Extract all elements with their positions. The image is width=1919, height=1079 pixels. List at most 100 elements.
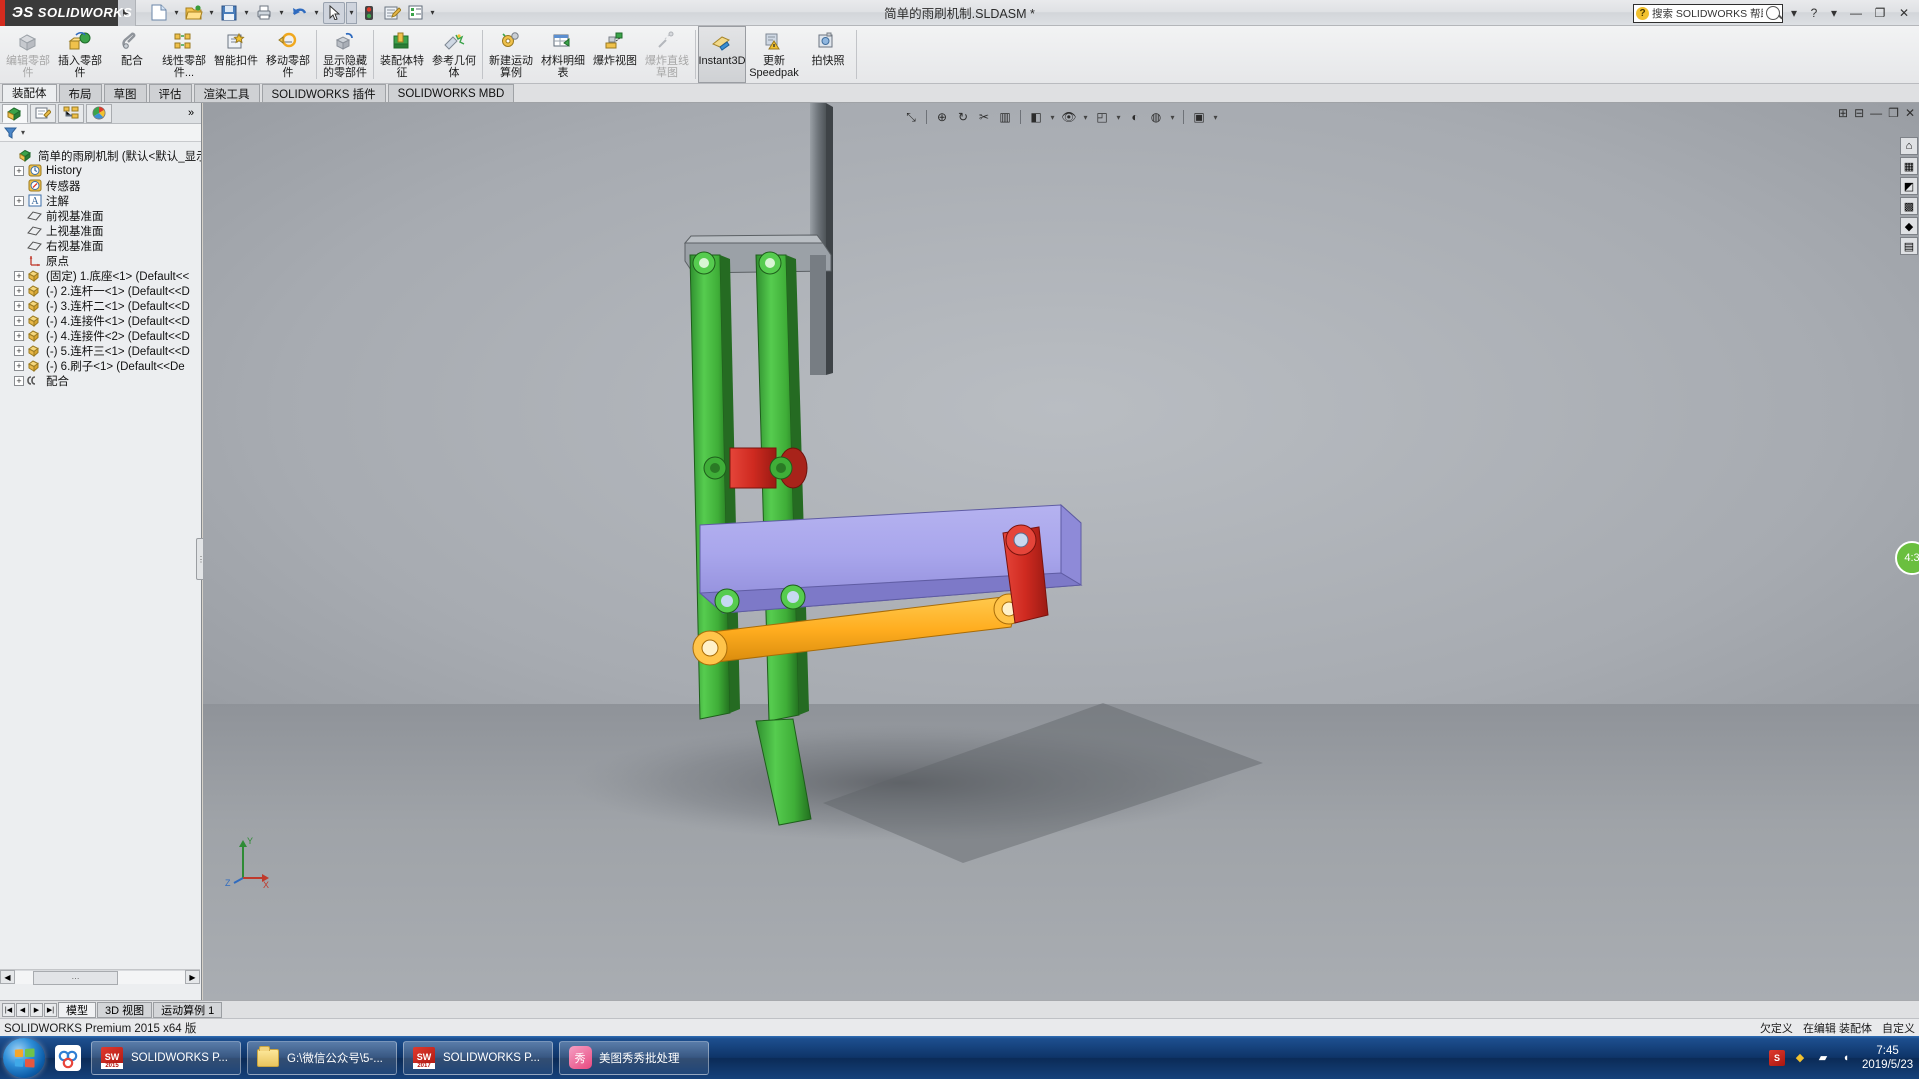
expand-icon[interactable]: + — [14, 330, 24, 341]
tree-root-assembly[interactable]: 简单的雨刷机制 (默认<默认_显示 — [4, 148, 201, 163]
scroll-track[interactable]: ⋯ — [15, 970, 185, 985]
taskbar-clock[interactable]: 7:45 2019/5/23 — [1862, 1044, 1913, 1072]
tray-shield-icon[interactable]: ◆ — [1792, 1050, 1808, 1066]
feature-tree-horizontal-scrollbar[interactable]: ◀ ⋯ ▶ — [0, 969, 200, 985]
view-settings-caret-icon[interactable]: ▾ — [1168, 108, 1177, 126]
prev-tab-button[interactable]: ◀ — [16, 1002, 29, 1017]
tree-item-top-plane[interactable]: 上视基准面 — [4, 223, 201, 238]
expand-icon[interactable]: + — [14, 285, 24, 296]
hide-show-items-icon[interactable]: 👁 — [1060, 108, 1078, 126]
viewport-restore-small-icon[interactable]: ⊟ — [1854, 106, 1864, 120]
tab-solidworks-mbd[interactable]: SOLIDWORKS MBD — [387, 84, 515, 102]
display-manager-tab[interactable] — [86, 103, 112, 123]
design-library-icon[interactable]: ▤ — [1900, 237, 1918, 255]
expand-icon[interactable]: + — [14, 315, 24, 326]
tree-item-part-connector1[interactable]: + (-) 4.连接件<1> (Default<<D — [4, 313, 201, 328]
tree-item-origin[interactable]: 原点 — [4, 253, 201, 268]
expand-icon[interactable]: + — [14, 360, 24, 371]
appearances-icon[interactable]: ▦ — [1900, 157, 1918, 175]
ribbon-move-component[interactable]: 移动零部件 — [262, 26, 314, 83]
apply-scene-icon[interactable]: ◐ — [1126, 108, 1144, 126]
tree-item-part-link1[interactable]: + (-) 2.连杆一<1> (Default<<D — [4, 283, 201, 298]
help-search-box[interactable]: ? 搜索 SOLIDWORKS 帮助 — [1633, 3, 1783, 23]
new-document-caret-icon[interactable]: ▾ — [171, 2, 182, 24]
start-button[interactable] — [3, 1037, 45, 1078]
close-button[interactable]: ✕ — [1893, 3, 1915, 23]
tree-item-history[interactable]: + History — [4, 163, 201, 178]
select-pointer-caret-icon[interactable]: ▾ — [346, 1, 357, 24]
ribbon-take-snapshot[interactable]: 拍快照 — [802, 26, 854, 83]
tree-item-annotations[interactable]: + A 注解 — [4, 193, 201, 208]
tray-volume-icon[interactable]: ◖ — [1838, 1050, 1854, 1066]
save-document-icon[interactable] — [218, 2, 240, 24]
camera-view-icon[interactable]: ▣ — [1190, 108, 1208, 126]
tab-layout[interactable]: 布局 — [58, 84, 102, 102]
scroll-right-arrow-icon[interactable]: ▶ — [185, 970, 200, 984]
print-document-icon[interactable] — [253, 2, 275, 24]
graphics-viewport[interactable]: ⤡ ⊕ ↻ ✂ ▥ ◧ ▾ 👁 ▾ ◰ ▾ ◐ ◍ ▾ ▣ ▾ ⊞ ⊟ — ❐ … — [203, 103, 1919, 1000]
viewport-restore-button[interactable]: ❐ — [1888, 106, 1899, 120]
customize-list-icon[interactable] — [404, 2, 426, 24]
solidworks-logo[interactable]: ЭS SOLIDWORKS — [0, 0, 132, 26]
property-manager-tab[interactable] — [30, 103, 56, 123]
view-settings-icon[interactable]: ◍ — [1147, 108, 1165, 126]
viewport-tile-icon[interactable]: ⊞ — [1838, 106, 1848, 120]
search-icon[interactable] — [1766, 6, 1780, 20]
tree-item-part-connector2[interactable]: + (-) 4.连接件<2> (Default<<D — [4, 328, 201, 343]
ribbon-insert-component[interactable]: 插入零部件 — [54, 26, 106, 83]
scroll-left-arrow-icon[interactable]: ◀ — [0, 970, 15, 984]
ribbon-show-hidden-components[interactable]: 显示隐藏的零部件 — [319, 26, 371, 83]
expand-icon[interactable]: + — [14, 165, 24, 176]
configuration-manager-tab[interactable] — [58, 103, 84, 123]
new-document-icon[interactable] — [148, 2, 170, 24]
bottom-tab-3dviews[interactable]: 3D 视图 — [97, 1001, 153, 1018]
ribbon-exploded-view[interactable]: 爆炸视图 — [589, 26, 641, 83]
undo-icon[interactable] — [288, 2, 310, 24]
tree-item-part-brush[interactable]: + (-) 6.刷子<1> (Default<<De — [4, 358, 201, 373]
rebuild-traffic-light-icon[interactable] — [358, 2, 380, 24]
viewport-close-button[interactable]: ✕ — [1905, 106, 1915, 120]
ribbon-assembly-features[interactable]: 装配体特征 — [376, 26, 428, 83]
help-caret-icon[interactable]: ▾ — [1825, 3, 1843, 23]
tree-item-right-plane[interactable]: 右视基准面 — [4, 238, 201, 253]
taskbar-item-solidworks-2017[interactable]: SW 2017 SOLIDWORKS P... — [403, 1040, 553, 1075]
ribbon-explode-line-sketch[interactable]: 爆炸直线草图 — [641, 26, 693, 83]
tab-render-tools[interactable]: 渲染工具 — [193, 84, 260, 102]
taskbar-item-meitu[interactable]: 秀 美图秀秀批处理 — [559, 1040, 709, 1075]
open-document-caret-icon[interactable]: ▾ — [206, 2, 217, 24]
ribbon-new-motion-study[interactable]: 新建运动算例 — [485, 26, 537, 83]
display-style-caret-icon[interactable]: ▾ — [1048, 108, 1057, 126]
options-icon[interactable] — [381, 2, 403, 24]
next-tab-button[interactable]: ▶ — [30, 1002, 43, 1017]
filter-caret-icon[interactable]: ▾ — [21, 128, 25, 137]
scenes-icon[interactable]: ◩ — [1900, 177, 1918, 195]
undo-caret-icon[interactable]: ▾ — [311, 2, 322, 24]
ribbon-linear-component-pattern[interactable]: 线性零部件... — [158, 26, 210, 83]
bottom-tab-motion-study[interactable]: 运动算例 1 — [153, 1001, 223, 1018]
ribbon-reference-geometry[interactable]: 参考几何体 — [428, 26, 480, 83]
bottom-tab-model[interactable]: 模型 — [58, 1001, 96, 1018]
custom-properties-icon[interactable]: ◆ — [1900, 217, 1918, 235]
expand-icon[interactable]: + — [14, 195, 24, 206]
quicklaunch-app-icon[interactable] — [51, 1041, 85, 1075]
tree-item-front-plane[interactable]: 前视基准面 — [4, 208, 201, 223]
tray-network-icon[interactable]: ▰ — [1815, 1050, 1831, 1066]
search-dropdown-caret-icon[interactable]: ▾ — [1785, 3, 1803, 23]
ribbon-instant3d[interactable]: Instant3D — [698, 26, 746, 83]
edit-appearance-icon[interactable]: ◰ — [1093, 108, 1111, 126]
tree-item-sensors[interactable]: 传感器 — [4, 178, 201, 193]
last-tab-button[interactable]: ▶| — [44, 1002, 57, 1017]
tab-sketch[interactable]: 草图 — [103, 84, 147, 102]
decals-icon[interactable]: ▩ — [1900, 197, 1918, 215]
camera-view-caret-icon[interactable]: ▾ — [1211, 108, 1220, 126]
ribbon-smart-fasteners[interactable]: 智能扣件 — [210, 26, 262, 83]
tree-item-part-base[interactable]: + (固定) 1.底座<1> (Default<< — [4, 268, 201, 283]
section-view-icon[interactable]: ✂ — [975, 108, 993, 126]
appearance-caret-icon[interactable]: ▾ — [1114, 108, 1123, 126]
tray-solidworks-icon[interactable]: S — [1769, 1049, 1785, 1066]
taskbar-item-explorer[interactable]: G:\微信公众号\5-... — [247, 1040, 397, 1075]
ribbon-edit-component[interactable]: 编辑零部件 — [2, 26, 54, 83]
tab-assembly[interactable]: 装配体 — [2, 84, 57, 102]
select-pointer-icon[interactable] — [323, 1, 345, 24]
tree-item-part-link2[interactable]: + (-) 3.连杆二<1> (Default<<D — [4, 298, 201, 313]
